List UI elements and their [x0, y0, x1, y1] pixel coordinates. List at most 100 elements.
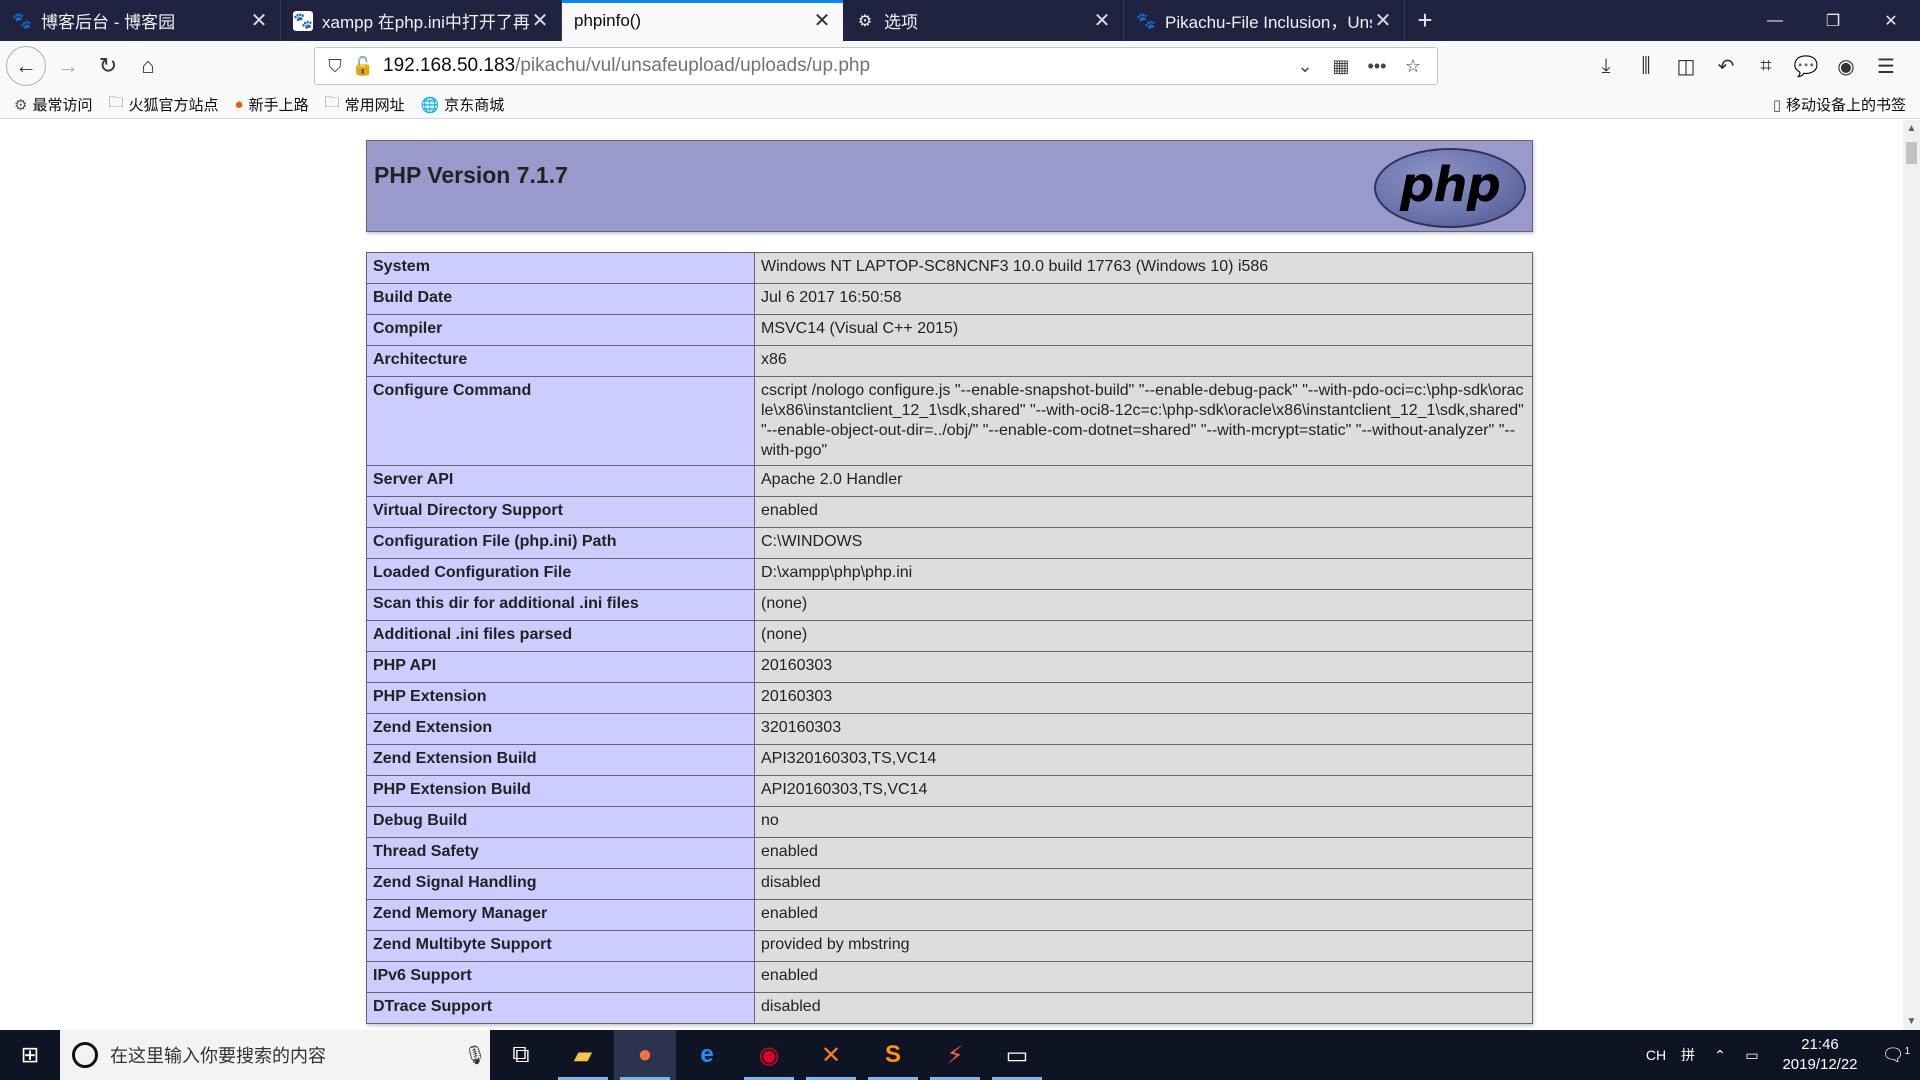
- info-value: API320160303,TS,VC14: [754, 744, 1533, 776]
- info-key: PHP Extension: [366, 682, 755, 714]
- back-button[interactable]: ←: [6, 46, 46, 86]
- table-row: Zend Extension 320160303: [366, 713, 1533, 745]
- forward-arrow-icon: →: [57, 53, 79, 78]
- info-value: x86: [754, 345, 1533, 377]
- file-explorer-icon[interactable]: ▰: [552, 1030, 614, 1080]
- tracking-shield-icon[interactable]: ⛉: [321, 56, 349, 77]
- page-scrollbar[interactable]: ▲ ▼: [1903, 120, 1920, 1030]
- cortana-icon: [72, 1042, 98, 1068]
- url-bar[interactable]: ⛉ 🔓 192.168.50.183/pikachu/vul/unsafeupl…: [314, 47, 1438, 85]
- tab-phpinfo[interactable]: phpinfo() ✕: [562, 0, 843, 41]
- burp-icon[interactable]: ⚡: [924, 1030, 986, 1080]
- url-host: 192.168.50.183: [383, 55, 516, 76]
- taskbar-search-input[interactable]: 在这里输入你要搜索的内容 🎙: [60, 1030, 490, 1080]
- tab-pikachu[interactable]: 🐾 Pikachu-File Inclusion，Unsa ✕: [1124, 0, 1405, 41]
- close-tab-icon[interactable]: ✕: [529, 10, 551, 32]
- close-tab-icon[interactable]: ✕: [1091, 10, 1113, 32]
- info-value: disabled: [754, 992, 1533, 1024]
- close-tab-icon[interactable]: ✕: [811, 10, 833, 32]
- folder-icon: 🗀: [108, 94, 124, 111]
- url-text[interactable]: 192.168.50.183/pikachu/vul/unsafeupload/…: [377, 55, 1287, 77]
- window-controls: — ❐ ✕: [1746, 0, 1920, 41]
- baidu-paw-icon: 🐾: [293, 10, 313, 31]
- info-value: cscript /nologo configure.js "--enable-s…: [754, 376, 1533, 466]
- table-row: IPv6 Support enabled: [366, 961, 1533, 993]
- sublime-icon[interactable]: S: [862, 1030, 924, 1080]
- notification-center-icon[interactable]: 🗨1: [1872, 1045, 1920, 1066]
- ime-pinyin-icon[interactable]: 拼: [1672, 1045, 1704, 1065]
- netease-music-icon[interactable]: ◉: [738, 1030, 800, 1080]
- reload-button[interactable]: ↻: [88, 46, 128, 86]
- chevron-down-icon[interactable]: ⌄: [1287, 56, 1323, 77]
- sidebar-icon[interactable]: ◫: [1666, 46, 1706, 86]
- table-row: Zend Extension Build API320160303,TS,VC14: [366, 744, 1533, 776]
- microphone-icon[interactable]: 🎙: [460, 1045, 490, 1066]
- info-key: Configure Command: [366, 376, 755, 466]
- search-placeholder: 在这里输入你要搜索的内容: [110, 1046, 326, 1066]
- bookmark-label: 火狐官方站点: [128, 97, 219, 114]
- crop-screenshot-icon[interactable]: ⌗: [1746, 46, 1786, 86]
- scroll-down-icon[interactable]: ▼: [1903, 1013, 1920, 1030]
- close-tab-icon[interactable]: ✕: [248, 10, 270, 32]
- edge-icon[interactable]: e: [676, 1030, 738, 1080]
- folder-icon: 🗀: [324, 94, 340, 111]
- bookmark-mobile[interactable]: ▯ 移动设备上的书签: [1773, 94, 1906, 115]
- paw-icon: 🐾: [1136, 12, 1156, 30]
- restore-icon[interactable]: ❐: [1804, 0, 1862, 41]
- bookmark-common-sites[interactable]: 🗀 常用网址: [325, 92, 405, 117]
- scroll-thumb[interactable]: [1906, 142, 1917, 164]
- tab-blog-admin[interactable]: 🐾 博客后台 - 博客园 ✕: [0, 0, 281, 41]
- bookmark-label: 最常访问: [32, 97, 93, 114]
- insecure-lock-icon[interactable]: 🔓: [349, 56, 377, 77]
- more-actions-icon[interactable]: •••: [1359, 56, 1395, 77]
- xampp-icon[interactable]: ✕: [800, 1030, 862, 1080]
- windows-start-icon[interactable]: ⊞: [0, 1030, 60, 1080]
- menu-icon[interactable]: ☰: [1866, 46, 1906, 86]
- new-tab-button[interactable]: +: [1405, 0, 1445, 41]
- scroll-up-icon[interactable]: ▲: [1903, 120, 1920, 137]
- php-logo-text: php: [1400, 157, 1501, 213]
- tab-strip: 🐾 博客后台 - 博客园 ✕ 🐾 xampp 在php.ini中打开了再测 ✕ …: [0, 0, 1920, 41]
- ime-indicator[interactable]: CH: [1640, 1047, 1672, 1063]
- info-value: D:\xampp\php\php.ini: [754, 558, 1533, 590]
- qr-code-icon[interactable]: ▦: [1323, 56, 1359, 77]
- account-icon[interactable]: ◉: [1826, 46, 1866, 86]
- info-key: Build Date: [366, 283, 755, 315]
- info-key: Zend Signal Handling: [366, 868, 755, 900]
- close-tab-icon[interactable]: ✕: [1372, 10, 1394, 32]
- info-key: Debug Build: [366, 806, 755, 838]
- bookmark-star-icon[interactable]: ☆: [1395, 56, 1431, 77]
- table-row: PHP API 20160303: [366, 651, 1533, 683]
- home-button[interactable]: ⌂: [128, 46, 168, 86]
- php-logo[interactable]: php: [1374, 148, 1526, 228]
- close-window-icon[interactable]: ✕: [1862, 0, 1920, 41]
- minimize-icon[interactable]: —: [1746, 0, 1804, 41]
- task-view-icon[interactable]: ⧉: [490, 1030, 552, 1080]
- terminal-icon[interactable]: ▭: [986, 1030, 1048, 1080]
- chevron-up-icon[interactable]: ⌃: [1704, 1047, 1736, 1064]
- tab-options[interactable]: ⚙ 选项 ✕: [843, 0, 1124, 41]
- battery-icon[interactable]: ▭: [1736, 1047, 1768, 1064]
- info-value: enabled: [754, 961, 1533, 993]
- table-row: System Windows NT LAPTOP-SC8NCNF3 10.0 bu…: [366, 252, 1533, 284]
- page-content: PHP Version 7.1.7 php System Windows NT L…: [0, 120, 1920, 1030]
- info-value: MSVC14 (Visual C++ 2015): [754, 314, 1533, 346]
- bookmarks-bar: ⚙ 最常访问 🗀 火狐官方站点 ● 新手上路 🗀 常用网址 🌐 京东商城 ▯ 移…: [0, 91, 1920, 119]
- download-icon[interactable]: ⤓: [1586, 46, 1626, 86]
- firefox-icon[interactable]: ●: [614, 1030, 676, 1080]
- info-key: Server API: [366, 465, 755, 497]
- tab-title: 博客后台 - 博客园: [41, 13, 176, 32]
- bookmark-firefox-official[interactable]: 🗀 火狐官方站点: [108, 92, 218, 117]
- bookmark-getting-started[interactable]: ● 新手上路: [235, 94, 309, 115]
- forward-button[interactable]: →: [48, 46, 88, 86]
- library-icon[interactable]: ⫼: [1626, 46, 1666, 86]
- taskbar-clock[interactable]: 21:46 2019/12/22: [1768, 1035, 1872, 1075]
- info-key: Virtual Directory Support: [366, 496, 755, 528]
- info-value: 20160303: [754, 682, 1533, 714]
- bookmark-most-visited[interactable]: ⚙ 最常访问: [14, 94, 92, 115]
- chat-bubble-icon[interactable]: 💬: [1786, 46, 1826, 86]
- bookmark-label: 常用网址: [344, 97, 405, 114]
- undo-icon[interactable]: ↶: [1706, 46, 1746, 86]
- tab-xampp[interactable]: 🐾 xampp 在php.ini中打开了再测 ✕: [281, 0, 562, 41]
- bookmark-jd[interactable]: 🌐 京东商城: [421, 94, 505, 115]
